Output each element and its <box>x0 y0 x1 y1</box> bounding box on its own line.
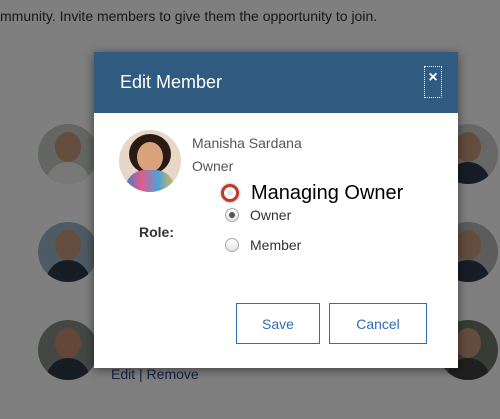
role-option-label[interactable]: Owner <box>250 207 291 223</box>
role-label: Role: <box>139 224 174 240</box>
member-name: Manisha Sardana <box>192 135 302 151</box>
radio-selected-icon[interactable] <box>225 208 239 222</box>
member-current-role: Owner <box>192 158 234 174</box>
dialog-header: Edit Member × <box>94 52 458 113</box>
radio-unselected-icon[interactable] <box>225 238 239 252</box>
close-button[interactable]: × <box>424 66 442 98</box>
role-option-label[interactable]: Member <box>250 237 301 253</box>
close-icon: × <box>428 69 438 86</box>
cancel-button[interactable]: Cancel <box>329 303 427 344</box>
save-button[interactable]: Save <box>236 303 320 344</box>
managing-owner-label: Managing Owner <box>251 182 404 204</box>
highlight-ring-icon <box>221 184 239 202</box>
member-profile-photo <box>119 130 181 192</box>
edit-member-dialog: Edit Member × Manisha Sardana Owner Role… <box>94 52 458 368</box>
dialog-title: Edit Member <box>120 72 223 92</box>
